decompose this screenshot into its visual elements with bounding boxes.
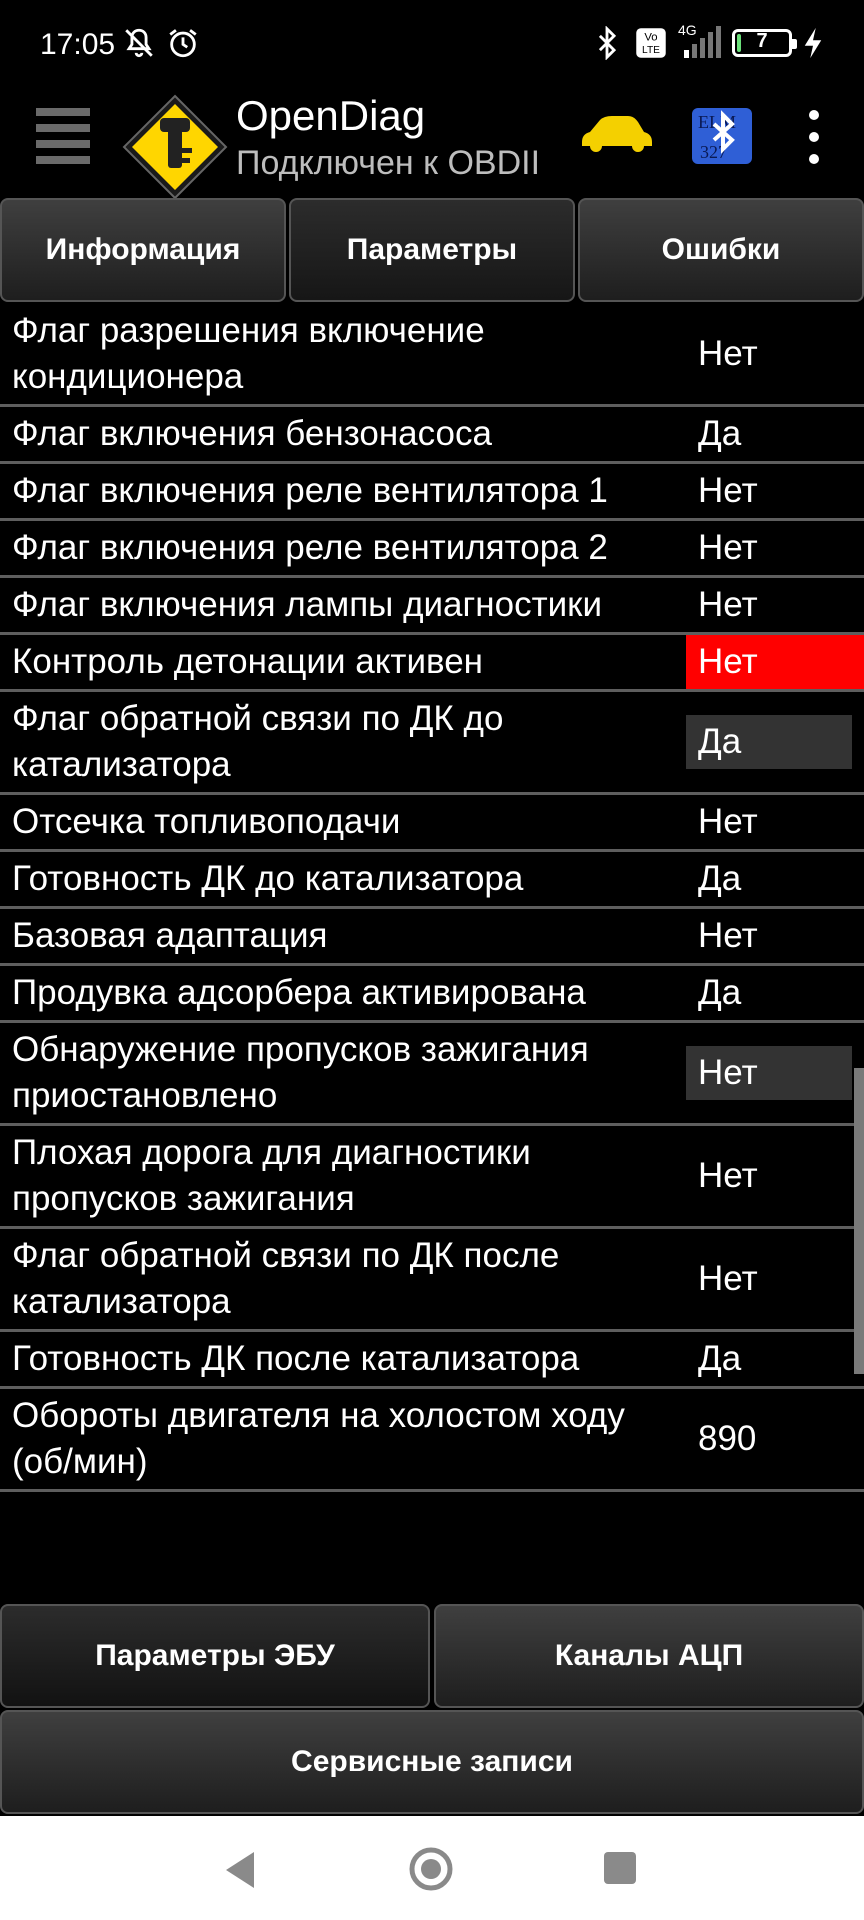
table-row[interactable]: Готовность ДК до катализатора Да [0, 852, 864, 909]
alarm-icon [169, 29, 197, 58]
signal-icon: 4G [678, 22, 722, 60]
overflow-menu-icon[interactable] [806, 110, 822, 164]
parameter-value: Да [686, 692, 864, 792]
navigation-bar [0, 1816, 864, 1920]
table-row[interactable]: Плохая дорога для диагностики пропусков … [0, 1126, 864, 1229]
parameter-name: Флаг включения реле вентилятора 1 [12, 471, 608, 510]
table-row[interactable]: Продувка адсорбера активирована Да [0, 966, 864, 1023]
tab-information[interactable]: Информация [0, 198, 286, 302]
parameter-value-text: Нет [698, 916, 758, 955]
parameter-name: Отсечка топливоподачи [12, 802, 401, 841]
parameter-name: Контроль детонации активен [12, 642, 483, 681]
parameter-name: Обороты двигателя на холостом ходу (об/м… [12, 1396, 625, 1481]
table-row[interactable]: Флаг разрешения включение кондиционера Не… [0, 304, 864, 407]
bottom-button-row: Параметры ЭБУ Каналы АЦП [0, 1604, 864, 1708]
parameter-value-text: 890 [698, 1419, 757, 1458]
tab-bar: Информация Параметры Ошибки [0, 198, 864, 302]
parameter-value: Нет [686, 1023, 864, 1123]
hamburger-menu-icon[interactable] [36, 108, 90, 164]
app-title: OpenDiag [236, 92, 426, 139]
connection-status: Подключен к OBDII [236, 144, 541, 182]
parameter-name: Флаг включения бензонасоса [12, 414, 492, 453]
parameter-name: Флаг обратной связи по ДК до катализатор… [12, 699, 504, 784]
parameter-value: Нет [686, 464, 864, 518]
table-row[interactable]: Обнаружение пропусков зажигания приостан… [0, 1023, 864, 1126]
parameter-value: Нет [686, 1126, 864, 1226]
parameter-value-text: Да [686, 715, 852, 769]
home-icon[interactable] [408, 1846, 454, 1892]
table-row[interactable]: Флаг обратной связи по ДК до катализатор… [0, 692, 864, 795]
parameter-value: 890 [686, 1389, 864, 1489]
parameter-name: Обнаружение пропусков зажигания приостан… [12, 1030, 589, 1115]
parameter-value: Нет [686, 304, 864, 404]
scrollbar[interactable] [854, 1068, 864, 1374]
parameter-value: Да [686, 1332, 864, 1386]
parameter-value: Нет [686, 1229, 864, 1329]
table-row[interactable]: Готовность ДК после катализатора Да [0, 1332, 864, 1389]
parameter-value-text: Нет [698, 334, 758, 373]
parameter-value-text: Нет [686, 1046, 852, 1100]
parameter-value: Нет [686, 578, 864, 632]
parameter-value-text: Нет [698, 585, 758, 624]
parameter-value-text: Нет [698, 528, 758, 567]
parameter-value-text: Нет [698, 642, 758, 681]
parameter-value-text: Да [698, 414, 742, 453]
tab-parameters[interactable]: Параметры [289, 198, 575, 302]
table-row[interactable]: Базовая адаптация Нет [0, 909, 864, 966]
parameter-value-text: Нет [698, 1156, 758, 1195]
parameter-name: Базовая адаптация [12, 916, 328, 955]
svg-text:Vo: Vo [644, 32, 657, 44]
parameter-name: Готовность ДК после катализатора [12, 1339, 580, 1378]
table-row[interactable]: Контроль детонации активен Нет [0, 635, 864, 692]
adc-channels-button[interactable]: Каналы АЦП [434, 1604, 864, 1708]
parameters-table[interactable]: Флаг разрешения включение кондиционера Не… [0, 304, 864, 1604]
parameter-name: Флаг включения реле вентилятора 2 [12, 528, 608, 567]
service-records-button[interactable]: Сервисные записи [0, 1710, 864, 1814]
parameter-value-text: Да [698, 859, 742, 898]
parameter-value: Нет [686, 521, 864, 575]
parameter-value-text: Нет [698, 1259, 758, 1298]
battery-icon: 7 [732, 29, 797, 57]
charging-icon [804, 27, 822, 59]
parameter-value: Нет [686, 635, 864, 689]
parameter-name: Флаг включения лампы диагностики [12, 585, 603, 624]
parameter-value-text: Нет [698, 471, 758, 510]
parameter-value: Да [686, 407, 864, 461]
opendiag-logo [122, 94, 228, 200]
parameter-name: Флаг разрешения включение кондиционера [12, 311, 485, 396]
bluetooth-elm327-icon[interactable]: ELM 327 [690, 106, 754, 166]
tab-errors[interactable]: Ошибки [578, 198, 864, 302]
table-row[interactable]: Обороты двигателя на холостом ходу (об/м… [0, 1389, 864, 1492]
volte-icon: Vo LTE [636, 28, 666, 58]
parameter-name: Продувка адсорбера активирована [12, 973, 586, 1012]
recent-apps-icon[interactable] [604, 1852, 636, 1884]
table-row[interactable]: Флаг включения бензонасоса Да [0, 407, 864, 464]
parameter-value: Да [686, 852, 864, 906]
parameter-value: Да [686, 966, 864, 1020]
parameter-name: Флаг обратной связи по ДК после катализа… [12, 1236, 560, 1321]
parameter-name: Готовность ДК до катализатора [12, 859, 524, 898]
table-row[interactable]: Отсечка топливоподачи Нет [0, 795, 864, 852]
bluetooth-icon [598, 26, 617, 60]
ecu-params-button[interactable]: Параметры ЭБУ [0, 1604, 430, 1708]
parameter-value: Нет [686, 909, 864, 963]
status-bar: 17:05 Vo LTE 4G 7 [0, 0, 864, 92]
parameter-value: Нет [686, 795, 864, 849]
parameter-value-text: Да [698, 1339, 742, 1378]
back-icon[interactable] [222, 1850, 258, 1890]
svg-text:LTE: LTE [642, 45, 660, 56]
app-bar: OpenDiag Подключен к OBDII ELM 327 [0, 92, 864, 200]
table-row[interactable]: Флаг обратной связи по ДК после катализа… [0, 1229, 864, 1332]
mute-notifications-icon [125, 28, 153, 58]
table-row[interactable]: Флаг включения реле вентилятора 1 Нет [0, 464, 864, 521]
parameter-name: Плохая дорога для диагностики пропусков … [12, 1133, 531, 1218]
car-icon[interactable] [578, 112, 654, 156]
parameter-value-text: Да [698, 973, 742, 1012]
table-row[interactable]: Флаг включения реле вентилятора 2 Нет [0, 521, 864, 578]
status-time: 17:05 [40, 28, 116, 61]
parameter-value-text: Нет [698, 802, 758, 841]
table-row[interactable]: Флаг включения лампы диагностики Нет [0, 578, 864, 635]
